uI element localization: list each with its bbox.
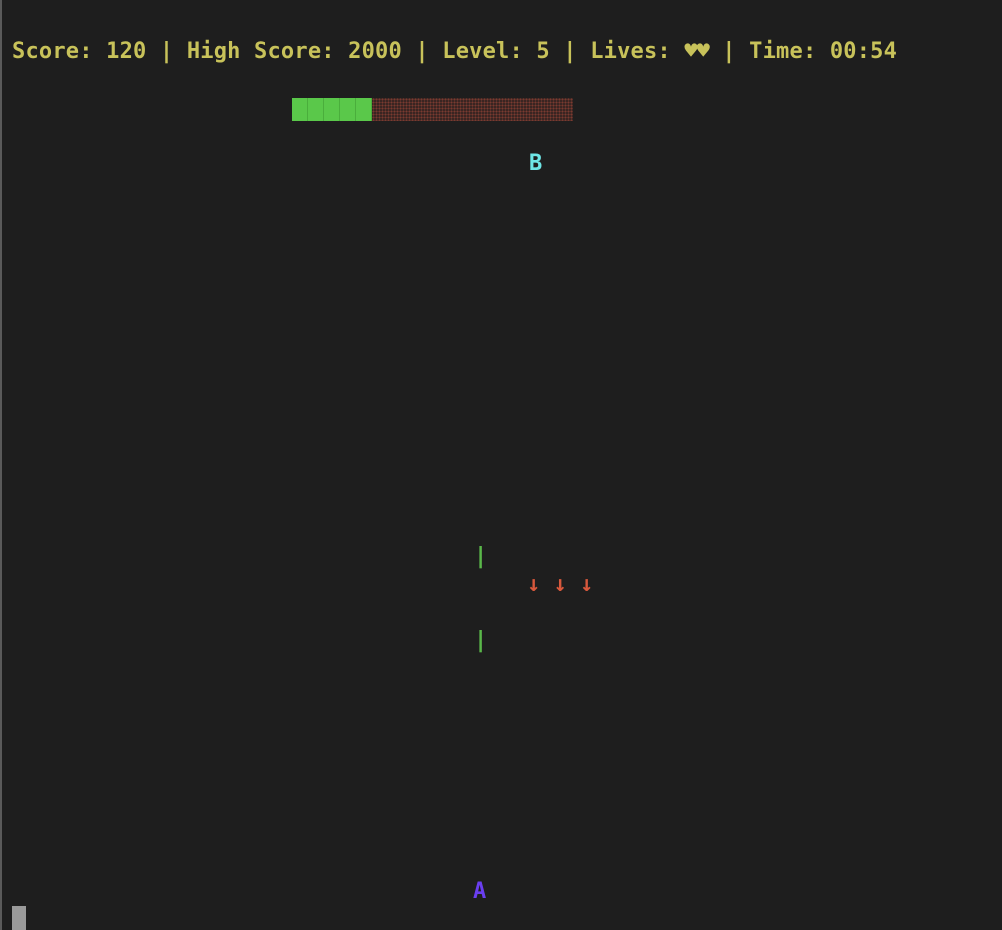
separator: | [549,39,591,64]
wall-segment-bottom: | [474,628,488,653]
level-value: 5 [536,39,550,64]
wall-segment-top: | [474,544,488,569]
score-label: Score: [12,39,107,64]
boss-health-bar [292,98,573,121]
terminal-window: Score: 120 | High Score: 2000 | Level: 5… [0,0,1002,930]
time-label: Time: [749,39,830,64]
health-cell [324,98,340,121]
health-bar-fill [292,98,372,121]
high-score-label: High Score: [186,39,349,64]
health-cell [340,98,356,121]
level-label: Level: [442,39,537,64]
terminal-cursor [12,906,26,930]
separator: | [146,39,187,64]
separator: | [401,39,443,64]
lives-hearts-icon: ♥♥ [684,39,709,64]
score-value: 120 [106,39,147,64]
high-score-value: 2000 [348,39,402,64]
lives-label: Lives: [590,39,685,64]
separator: | [708,39,750,64]
time-value: 00:54 [829,39,898,64]
player-ship: A [473,879,487,904]
health-cell [308,98,324,121]
health-cell [356,98,372,121]
health-cell [292,98,308,121]
status-bar: Score: 120 | High Score: 2000 | Level: 5… [12,38,897,66]
enemy-projectiles: ↓ ↓ ↓ [527,572,594,597]
health-bar-empty [372,98,573,121]
boss-enemy: B [529,151,543,176]
